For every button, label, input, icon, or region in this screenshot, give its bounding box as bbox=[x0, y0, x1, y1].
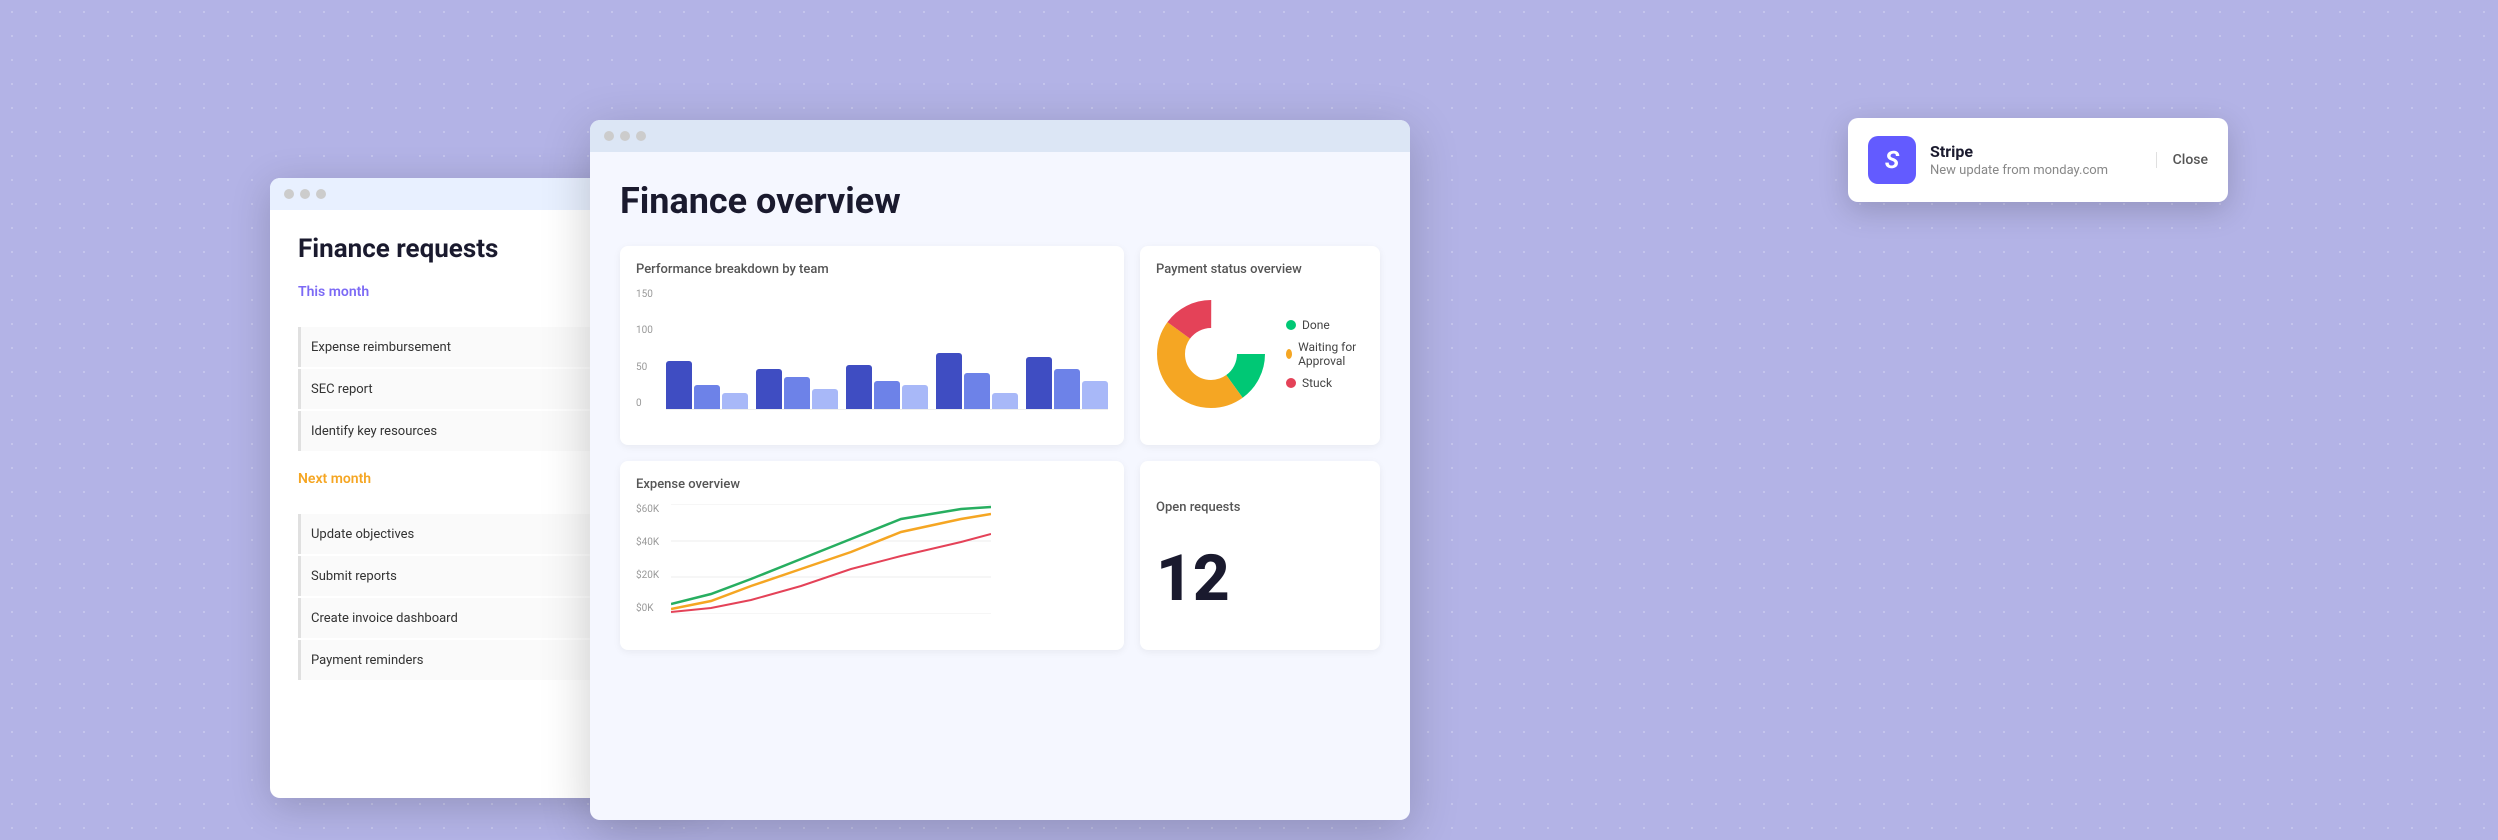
titlebar-overview bbox=[590, 120, 1410, 152]
stripe-title: Stripe bbox=[1930, 142, 2142, 161]
dot-2 bbox=[620, 131, 630, 141]
bar-mid bbox=[694, 385, 720, 409]
bar-mid bbox=[964, 373, 990, 409]
dot-1 bbox=[604, 131, 614, 141]
dot-3 bbox=[636, 131, 646, 141]
line-chart-card: Expense overview $0K $20K $40K $60K bbox=[620, 461, 1124, 650]
legend-dot-red bbox=[1286, 378, 1296, 388]
pie-chart-card: Payment status overview bbox=[1140, 246, 1380, 445]
legend-dot-green bbox=[1286, 320, 1296, 330]
dot-1 bbox=[284, 189, 294, 199]
stripe-s-letter: S bbox=[1885, 146, 1899, 174]
bar-light bbox=[992, 393, 1018, 409]
legend-label-stuck: Stuck bbox=[1302, 376, 1332, 390]
line-chart-y: $0K $20K $40K $60K bbox=[636, 504, 659, 614]
y-label: 100 bbox=[636, 325, 653, 336]
bar-light bbox=[1082, 381, 1108, 409]
legend-item-done: Done bbox=[1286, 318, 1364, 332]
line-chart-svg bbox=[671, 504, 991, 614]
stripe-notification: S Stripe New update from monday.com Clos… bbox=[1848, 118, 2228, 202]
task-name: Expense reimbursement bbox=[311, 340, 598, 355]
legend-label-done: Done bbox=[1302, 318, 1330, 332]
bar-group bbox=[1026, 357, 1108, 409]
bar-dark bbox=[936, 353, 962, 409]
bar-chart-card: Performance breakdown by team 0 50 100 1… bbox=[620, 246, 1124, 445]
legend-dot-orange bbox=[1286, 349, 1292, 359]
bar-dark bbox=[756, 369, 782, 409]
bar-dark bbox=[1026, 357, 1052, 409]
open-requests-card: Open requests 12 bbox=[1140, 461, 1380, 650]
bar-group bbox=[756, 369, 838, 409]
pie-legend: Done Waiting for Approval Stuck bbox=[1286, 318, 1364, 390]
y-label: 150 bbox=[636, 289, 653, 300]
task-name: Create invoice dashboard bbox=[311, 611, 598, 626]
x-axis-line bbox=[666, 409, 1108, 410]
line-chart-title: Expense overview bbox=[636, 477, 1108, 492]
charts-grid: Performance breakdown by team 0 50 100 1… bbox=[620, 246, 1380, 650]
bar-mid bbox=[784, 377, 810, 409]
task-name: Update objectives bbox=[311, 527, 598, 542]
bar-dark bbox=[846, 365, 872, 409]
stripe-subtitle: New update from monday.com bbox=[1930, 163, 2142, 178]
y-label: 50 bbox=[636, 362, 653, 373]
finance-overview-window: Finance overview Performance breakdown b… bbox=[590, 120, 1410, 820]
task-name: Payment reminders bbox=[311, 653, 598, 668]
bar-mid bbox=[1054, 369, 1080, 409]
pie-area: Done Waiting for Approval Stuck bbox=[1156, 289, 1364, 419]
bar-group bbox=[846, 365, 928, 409]
bar-mid bbox=[874, 381, 900, 409]
bar-light bbox=[812, 389, 838, 409]
bar-group bbox=[936, 353, 1018, 409]
line-chart-area: $0K $20K $40K $60K bbox=[636, 504, 1108, 634]
bar-light bbox=[722, 393, 748, 409]
open-requests-count: 12 bbox=[1156, 547, 1230, 611]
y-label: $0K bbox=[636, 603, 659, 614]
y-label: $60K bbox=[636, 504, 659, 515]
legend-item-stuck: Stuck bbox=[1286, 376, 1364, 390]
bar-group bbox=[666, 361, 748, 409]
pie-segment-stuck bbox=[1171, 314, 1251, 394]
dot-3 bbox=[316, 189, 326, 199]
overview-title: Finance overview bbox=[620, 180, 1380, 222]
open-requests-title: Open requests bbox=[1156, 500, 1240, 515]
y-label: $20K bbox=[636, 570, 659, 581]
stripe-text: Stripe New update from monday.com bbox=[1930, 142, 2142, 178]
bar-light bbox=[902, 385, 928, 409]
pie-svg bbox=[1156, 299, 1266, 409]
legend-label-waiting: Waiting for Approval bbox=[1298, 340, 1364, 368]
pie-chart-title: Payment status overview bbox=[1156, 262, 1364, 277]
line-orange bbox=[671, 514, 991, 609]
task-name: SEC report bbox=[311, 382, 598, 397]
stripe-icon: S bbox=[1868, 136, 1916, 184]
legend-item-waiting: Waiting for Approval bbox=[1286, 340, 1364, 368]
line-green bbox=[671, 507, 991, 604]
dot-2 bbox=[300, 189, 310, 199]
y-label: 0 bbox=[636, 398, 653, 409]
bar-chart: 0 50 100 150 bbox=[636, 289, 1108, 429]
close-button[interactable]: Close bbox=[2156, 152, 2208, 168]
task-name: Identify key resources bbox=[311, 424, 598, 439]
y-label: $40K bbox=[636, 537, 659, 548]
y-axis: 0 50 100 150 bbox=[636, 289, 653, 409]
bar-chart-title: Performance breakdown by team bbox=[636, 262, 1108, 277]
bar-dark bbox=[666, 361, 692, 409]
task-name: Submit reports bbox=[311, 569, 598, 584]
bar-chart-inner bbox=[636, 289, 1108, 409]
